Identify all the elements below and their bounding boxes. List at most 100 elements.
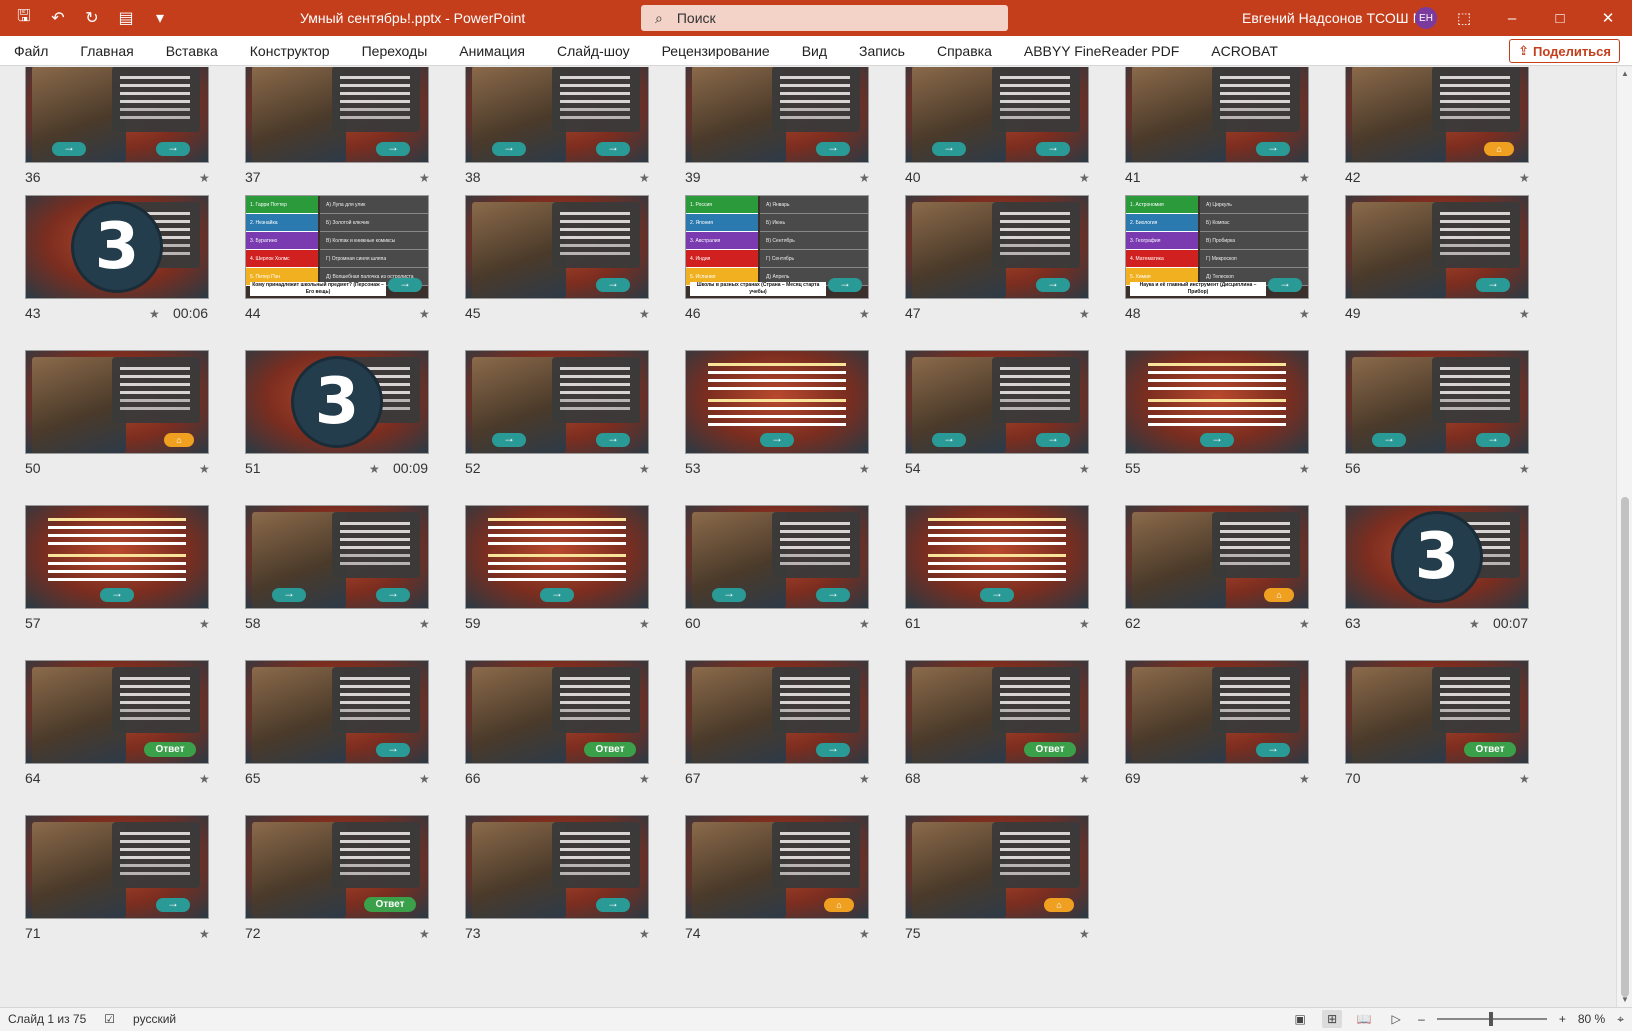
- slide-thumbnail[interactable]: [465, 67, 649, 163]
- slide-thumbnail[interactable]: [905, 350, 1089, 454]
- fit-to-window-icon[interactable]: ⌖: [1617, 1012, 1624, 1027]
- slide-thumbnail[interactable]: [245, 505, 429, 609]
- transition-star-icon[interactable]: ★: [639, 171, 650, 185]
- transition-star-icon[interactable]: ★: [199, 772, 210, 786]
- transition-star-icon[interactable]: ★: [639, 927, 650, 941]
- slide-thumbnail[interactable]: Ответ: [1345, 660, 1529, 764]
- tab-design[interactable]: Конструктор: [250, 43, 330, 59]
- slide-thumbnail[interactable]: 3: [1345, 505, 1529, 609]
- slide-thumbnail[interactable]: [1125, 660, 1309, 764]
- undo-icon[interactable]: ↶: [44, 4, 72, 32]
- slide-thumbnail[interactable]: [685, 505, 869, 609]
- slide-thumbnail[interactable]: ⌂: [1125, 505, 1309, 609]
- slide-thumbnail[interactable]: [245, 660, 429, 764]
- slide-thumbnail[interactable]: [1125, 350, 1309, 454]
- tab-acrobat[interactable]: ACROBAT: [1211, 43, 1278, 59]
- slide-thumbnail[interactable]: Ответ: [905, 660, 1089, 764]
- close-icon[interactable]: ✕: [1584, 0, 1632, 36]
- transition-star-icon[interactable]: ★: [1299, 462, 1310, 476]
- transition-star-icon[interactable]: ★: [1079, 617, 1090, 631]
- slide-thumbnail[interactable]: [1125, 67, 1309, 163]
- slide-thumbnail[interactable]: [245, 67, 429, 163]
- tab-animations[interactable]: Анимация: [459, 43, 525, 59]
- transition-star-icon[interactable]: ★: [419, 307, 430, 321]
- transition-star-icon[interactable]: ★: [199, 927, 210, 941]
- minimize-icon[interactable]: –: [1488, 0, 1536, 36]
- slide-thumbnail[interactable]: [25, 815, 209, 919]
- slideshow-view-icon[interactable]: ▷: [1386, 1010, 1406, 1028]
- slide-thumbnail[interactable]: 3: [25, 195, 209, 299]
- spellcheck-icon[interactable]: ☑: [104, 1012, 115, 1026]
- customize-qat-icon[interactable]: ▾: [146, 4, 174, 32]
- transition-star-icon[interactable]: ★: [419, 772, 430, 786]
- transition-star-icon[interactable]: ★: [1299, 171, 1310, 185]
- transition-star-icon[interactable]: ★: [369, 462, 380, 476]
- slide-sorter[interactable]: 36 ★ 37 ★ 38 ★ 39 ★ 40 ★ 41 ★ ⌂ 42 ★ 3 43 ★ 00:06 1. Гарри …: [0, 67, 1616, 1007]
- transition-star-icon[interactable]: ★: [199, 462, 210, 476]
- transition-star-icon[interactable]: ★: [1079, 927, 1090, 941]
- scroll-up-icon[interactable]: ▲: [1617, 67, 1632, 81]
- transition-star-icon[interactable]: ★: [199, 171, 210, 185]
- presentation-icon[interactable]: ▤: [112, 4, 140, 32]
- tab-review[interactable]: Рецензирование: [662, 43, 770, 59]
- tab-transitions[interactable]: Переходы: [362, 43, 428, 59]
- user-name[interactable]: Евгений Надсонов ТСОШ №2: [1242, 0, 1435, 36]
- maximize-icon[interactable]: □: [1536, 0, 1584, 36]
- transition-star-icon[interactable]: ★: [419, 617, 430, 631]
- transition-star-icon[interactable]: ★: [1519, 462, 1530, 476]
- tab-abbyy[interactable]: ABBYY FineReader PDF: [1024, 43, 1179, 59]
- tab-file[interactable]: Файл: [14, 43, 48, 59]
- slide-thumbnail[interactable]: ⌂: [905, 815, 1089, 919]
- zoom-out-icon[interactable]: –: [1418, 1012, 1425, 1026]
- slide-thumbnail[interactable]: 3: [245, 350, 429, 454]
- save-icon[interactable]: 🖫: [10, 4, 38, 32]
- slide-thumbnail[interactable]: [685, 350, 869, 454]
- tab-insert[interactable]: Вставка: [166, 43, 218, 59]
- slide-sorter-view-icon[interactable]: ⊞: [1322, 1010, 1343, 1028]
- slide-thumbnail[interactable]: [465, 505, 649, 609]
- normal-view-icon[interactable]: ▣: [1290, 1010, 1310, 1028]
- slide-thumbnail[interactable]: [1345, 350, 1529, 454]
- tab-record[interactable]: Запись: [859, 43, 905, 59]
- transition-star-icon[interactable]: ★: [1519, 772, 1530, 786]
- slide-thumbnail[interactable]: Ответ: [245, 815, 429, 919]
- search-box[interactable]: ⌕ Поиск: [641, 5, 1008, 31]
- zoom-in-icon[interactable]: +: [1559, 1012, 1566, 1026]
- transition-star-icon[interactable]: ★: [1299, 307, 1310, 321]
- transition-star-icon[interactable]: ★: [419, 927, 430, 941]
- zoom-slider-thumb[interactable]: [1488, 1012, 1493, 1026]
- redo-icon[interactable]: ↻: [78, 4, 106, 32]
- transition-star-icon[interactable]: ★: [1079, 462, 1090, 476]
- slide-thumbnail[interactable]: [465, 195, 649, 299]
- transition-star-icon[interactable]: ★: [639, 617, 650, 631]
- transition-star-icon[interactable]: ★: [639, 307, 650, 321]
- tab-view[interactable]: Вид: [802, 43, 827, 59]
- zoom-level[interactable]: 80 %: [1578, 1012, 1605, 1026]
- slide-thumbnail[interactable]: ⌂: [25, 350, 209, 454]
- slide-thumbnail[interactable]: ⌂: [1345, 67, 1529, 163]
- slide-thumbnail[interactable]: 1. Астрономия 2. Биология 3. География 4. М…: [1125, 195, 1309, 299]
- slide-thumbnail[interactable]: ⌂: [685, 815, 869, 919]
- share-button[interactable]: ⇪ Поделиться: [1509, 39, 1620, 63]
- transition-star-icon[interactable]: ★: [1469, 617, 1480, 631]
- slide-thumbnail[interactable]: Ответ: [465, 660, 649, 764]
- transition-star-icon[interactable]: ★: [1519, 307, 1530, 321]
- slide-thumbnail[interactable]: [905, 67, 1089, 163]
- tab-home[interactable]: Главная: [80, 43, 133, 59]
- transition-star-icon[interactable]: ★: [1299, 617, 1310, 631]
- slide-thumbnail[interactable]: [465, 815, 649, 919]
- transition-star-icon[interactable]: ★: [1079, 307, 1090, 321]
- transition-star-icon[interactable]: ★: [199, 617, 210, 631]
- transition-star-icon[interactable]: ★: [859, 772, 870, 786]
- slide-thumbnail[interactable]: Ответ: [25, 660, 209, 764]
- avatar[interactable]: ЕН: [1415, 7, 1437, 29]
- slide-thumbnail[interactable]: [905, 505, 1089, 609]
- transition-star-icon[interactable]: ★: [1519, 171, 1530, 185]
- slide-thumbnail[interactable]: [25, 67, 209, 163]
- tab-slideshow[interactable]: Слайд-шоу: [557, 43, 630, 59]
- reading-view-icon[interactable]: 📖: [1354, 1010, 1374, 1028]
- scroll-thumb[interactable]: [1621, 497, 1629, 997]
- slide-thumbnail[interactable]: [685, 67, 869, 163]
- ribbon-display-icon[interactable]: ⬚: [1440, 0, 1488, 36]
- transition-star-icon[interactable]: ★: [1299, 772, 1310, 786]
